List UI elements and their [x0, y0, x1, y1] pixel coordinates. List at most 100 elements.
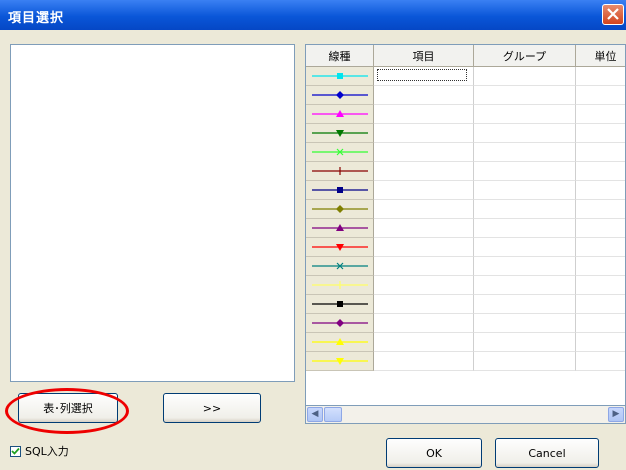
- sql-input-checkbox[interactable]: SQL入力: [10, 443, 69, 459]
- group-cell[interactable]: [474, 181, 576, 200]
- item-cell[interactable]: [374, 200, 474, 219]
- unit-cell[interactable]: [576, 67, 625, 86]
- table-row[interactable]: [306, 219, 625, 238]
- line-style-cell[interactable]: [306, 200, 374, 219]
- table-row[interactable]: [306, 67, 625, 86]
- line-style-cell[interactable]: [306, 143, 374, 162]
- group-cell[interactable]: [474, 124, 576, 143]
- line-style-cell[interactable]: [306, 181, 374, 200]
- header-item[interactable]: 項目: [374, 45, 474, 67]
- item-cell[interactable]: [374, 295, 474, 314]
- line-style-cell[interactable]: [306, 67, 374, 86]
- unit-cell[interactable]: [576, 219, 625, 238]
- header-line-type[interactable]: 線種: [306, 45, 374, 67]
- unit-cell[interactable]: [576, 238, 625, 257]
- horizontal-scrollbar[interactable]: ◀ ▶: [305, 406, 626, 424]
- item-cell[interactable]: [374, 238, 474, 257]
- line-style-cell[interactable]: [306, 314, 374, 333]
- item-cell[interactable]: [374, 333, 474, 352]
- table-row[interactable]: [306, 124, 625, 143]
- table-row[interactable]: [306, 314, 625, 333]
- table-row[interactable]: [306, 143, 625, 162]
- line-style-cell[interactable]: [306, 257, 374, 276]
- unit-cell[interactable]: [576, 105, 625, 124]
- line-style-cell[interactable]: [306, 333, 374, 352]
- group-cell[interactable]: [474, 200, 576, 219]
- line-style-cell[interactable]: [306, 86, 374, 105]
- scroll-left-button[interactable]: ◀: [307, 407, 323, 422]
- line-style-cell[interactable]: [306, 124, 374, 143]
- item-cell[interactable]: [374, 105, 474, 124]
- group-cell[interactable]: [474, 105, 576, 124]
- table-list[interactable]: [10, 44, 295, 382]
- line-style-cell[interactable]: [306, 219, 374, 238]
- line-style-cell[interactable]: [306, 352, 374, 371]
- item-cell[interactable]: [374, 314, 474, 333]
- group-cell[interactable]: [474, 67, 576, 86]
- item-cell[interactable]: [374, 124, 474, 143]
- group-cell[interactable]: [474, 295, 576, 314]
- unit-cell[interactable]: [576, 333, 625, 352]
- item-cell[interactable]: [374, 181, 474, 200]
- header-group[interactable]: グループ: [474, 45, 576, 67]
- line-style-cell[interactable]: [306, 276, 374, 295]
- item-cell[interactable]: [374, 86, 474, 105]
- header-unit[interactable]: 単位: [576, 45, 625, 67]
- ok-button[interactable]: OK: [386, 438, 482, 468]
- table-row[interactable]: [306, 162, 625, 181]
- group-cell[interactable]: [474, 314, 576, 333]
- unit-cell[interactable]: [576, 143, 625, 162]
- line-style-cell[interactable]: [306, 295, 374, 314]
- group-cell[interactable]: [474, 238, 576, 257]
- title-bar[interactable]: 項目選択: [0, 0, 626, 30]
- item-cell[interactable]: [374, 276, 474, 295]
- table-row[interactable]: [306, 181, 625, 200]
- unit-cell[interactable]: [576, 352, 625, 371]
- group-cell[interactable]: [474, 219, 576, 238]
- scroll-right-button[interactable]: ▶: [608, 407, 624, 422]
- group-cell[interactable]: [474, 333, 576, 352]
- group-cell[interactable]: [474, 162, 576, 181]
- unit-cell[interactable]: [576, 181, 625, 200]
- unit-cell[interactable]: [576, 276, 625, 295]
- group-cell[interactable]: [474, 86, 576, 105]
- item-grid[interactable]: 線種 項目 グループ 単位: [305, 44, 626, 406]
- unit-cell[interactable]: [576, 295, 625, 314]
- line-style-icon: [312, 338, 368, 345]
- unit-cell[interactable]: [576, 314, 625, 333]
- line-style-icon: [312, 110, 368, 117]
- table-row[interactable]: [306, 295, 625, 314]
- unit-cell[interactable]: [576, 257, 625, 276]
- group-cell[interactable]: [474, 257, 576, 276]
- cancel-button[interactable]: Cancel: [495, 438, 599, 468]
- group-cell[interactable]: [474, 276, 576, 295]
- item-cell[interactable]: [374, 162, 474, 181]
- table-row[interactable]: [306, 238, 625, 257]
- unit-cell[interactable]: [576, 86, 625, 105]
- unit-cell[interactable]: [576, 162, 625, 181]
- item-cell[interactable]: [374, 143, 474, 162]
- table-row[interactable]: [306, 200, 625, 219]
- item-cell[interactable]: [374, 352, 474, 371]
- unit-cell[interactable]: [576, 200, 625, 219]
- line-style-cell[interactable]: [306, 105, 374, 124]
- table-row[interactable]: [306, 333, 625, 352]
- item-cell[interactable]: [374, 219, 474, 238]
- group-cell[interactable]: [474, 143, 576, 162]
- group-cell[interactable]: [474, 352, 576, 371]
- table-row[interactable]: [306, 276, 625, 295]
- line-style-cell[interactable]: [306, 162, 374, 181]
- table-row[interactable]: [306, 352, 625, 371]
- move-right-button[interactable]: >>: [163, 393, 261, 423]
- line-style-cell[interactable]: [306, 238, 374, 257]
- line-style-icon: [312, 205, 368, 213]
- scroll-thumb[interactable]: [324, 407, 342, 422]
- checkbox-box[interactable]: [10, 445, 21, 457]
- unit-cell[interactable]: [576, 124, 625, 143]
- table-row[interactable]: [306, 86, 625, 105]
- item-cell[interactable]: [374, 67, 474, 86]
- table-row[interactable]: [306, 257, 625, 276]
- close-button[interactable]: [602, 4, 624, 25]
- table-row[interactable]: [306, 105, 625, 124]
- item-cell[interactable]: [374, 257, 474, 276]
